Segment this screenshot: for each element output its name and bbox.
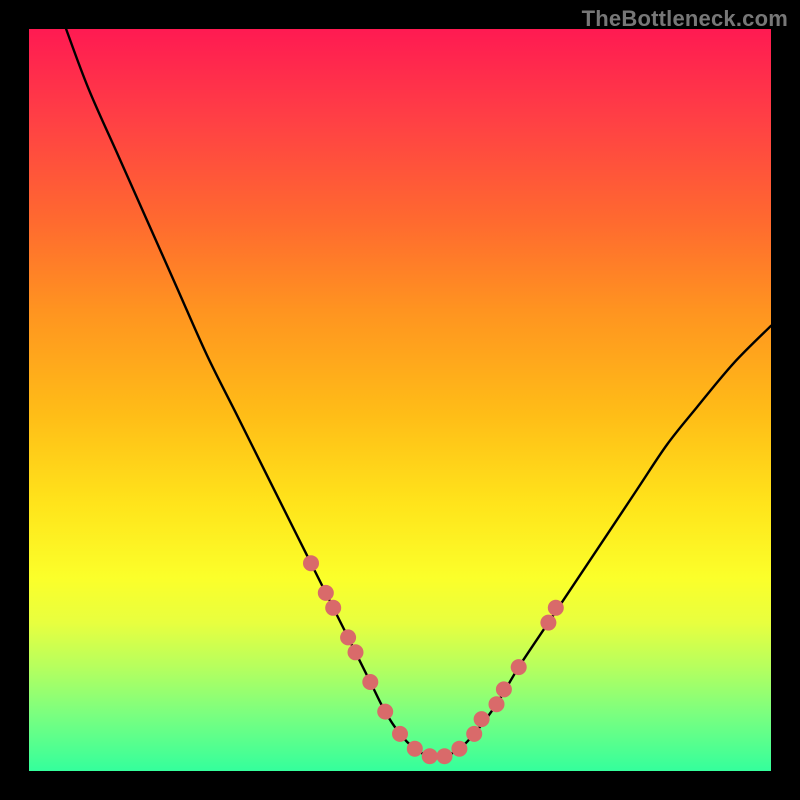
chart-overlay <box>29 29 771 771</box>
curve-marker <box>377 704 393 720</box>
curve-marker <box>466 726 482 742</box>
curve-marker <box>340 629 356 645</box>
curve-marker <box>437 748 453 764</box>
chart-frame: TheBottleneck.com <box>0 0 800 800</box>
bottleneck-curve <box>66 29 771 757</box>
curve-marker <box>422 748 438 764</box>
curve-marker <box>392 726 408 742</box>
curve-marker <box>362 674 378 690</box>
curve-marker <box>451 741 467 757</box>
curve-marker <box>474 711 490 727</box>
curve-marker <box>348 644 364 660</box>
curve-marker <box>318 585 334 601</box>
curve-marker <box>540 615 556 631</box>
curve-marker <box>325 600 341 616</box>
curve-marker <box>511 659 527 675</box>
curve-marker <box>303 555 319 571</box>
curve-marker <box>496 681 512 697</box>
curve-marker <box>407 741 423 757</box>
curve-marker <box>548 600 564 616</box>
curve-marker <box>489 696 505 712</box>
